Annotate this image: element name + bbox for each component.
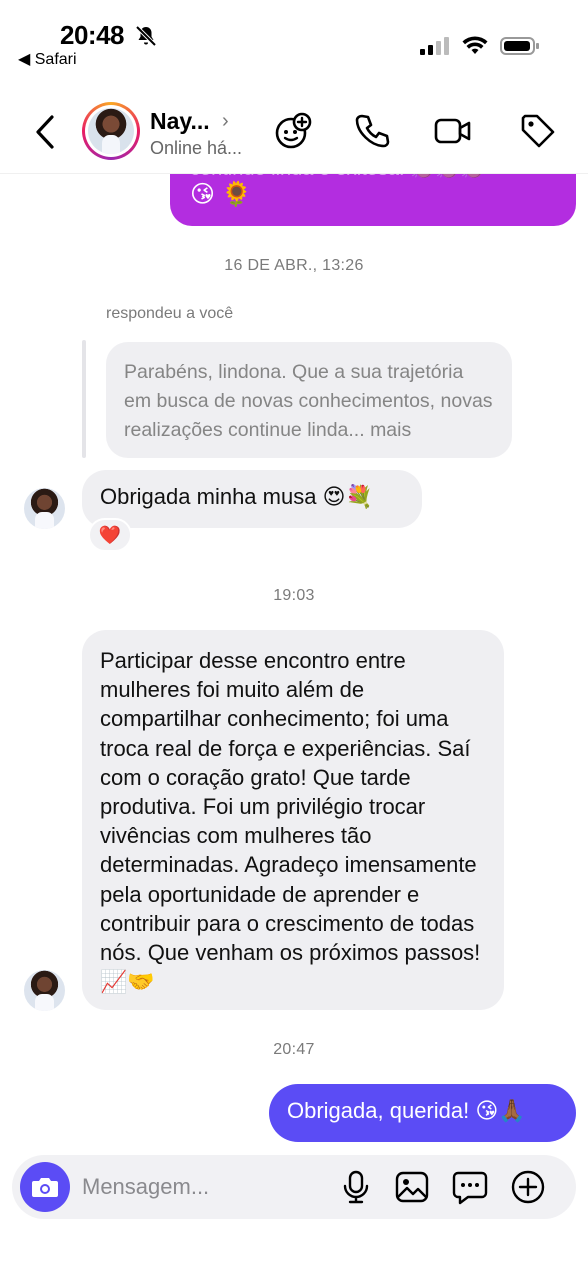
microphone-icon[interactable] xyxy=(338,1169,374,1205)
message-emoji: 😘 🌻 xyxy=(190,181,252,208)
contact-avatar[interactable] xyxy=(82,102,140,160)
incoming-message[interactable]: Obrigada minha musa 😍💐 xyxy=(82,470,422,528)
plus-icon[interactable] xyxy=(510,1169,546,1205)
wifi-icon xyxy=(462,36,488,54)
message-composer xyxy=(12,1155,576,1219)
sender-avatar[interactable] xyxy=(24,970,65,1011)
chat-header: Nay... › Online há... xyxy=(0,88,588,174)
camera-icon xyxy=(32,1178,58,1197)
reply-divider xyxy=(82,340,86,458)
contact-name[interactable]: Nay... xyxy=(150,108,210,135)
back-to-safari-link[interactable]: ◀ Safari xyxy=(18,49,77,69)
timestamp: 19:03 xyxy=(273,587,315,604)
chevron-right-icon[interactable]: › xyxy=(222,110,229,133)
timestamp: 20:47 xyxy=(273,1041,315,1058)
gallery-icon[interactable] xyxy=(394,1169,430,1205)
phone-icon[interactable] xyxy=(353,112,391,150)
sender-avatar[interactable] xyxy=(24,488,65,529)
bell-off-icon xyxy=(135,25,157,47)
back-chevron-icon[interactable] xyxy=(32,114,60,150)
message-input[interactable] xyxy=(82,1171,322,1203)
avatar-sticker-icon[interactable] xyxy=(274,112,312,150)
video-call-icon[interactable] xyxy=(434,112,472,150)
reply-context-label: respondeu a você xyxy=(106,305,234,322)
heart-reaction-badge[interactable]: ❤️ xyxy=(88,518,132,552)
quoted-message[interactable]: Parabéns, lindona. Que a sua trajetória … xyxy=(106,342,512,458)
incoming-message[interactable]: Participar desse encontro entre mulheres… xyxy=(82,630,504,1010)
sticker-chat-icon[interactable] xyxy=(452,1169,488,1205)
camera-button[interactable] xyxy=(20,1162,70,1212)
status-indicators xyxy=(420,36,540,56)
battery-icon xyxy=(500,37,539,55)
tag-icon[interactable] xyxy=(519,112,557,150)
timestamp: 16 DE ABR., 13:26 xyxy=(224,257,364,274)
contact-status: Online há... xyxy=(150,138,243,158)
outgoing-message[interactable]: Obrigada, querida! 😘🙏🏾 xyxy=(269,1084,576,1142)
status-time: 20:48 xyxy=(60,20,125,50)
signal-icon xyxy=(420,37,449,55)
